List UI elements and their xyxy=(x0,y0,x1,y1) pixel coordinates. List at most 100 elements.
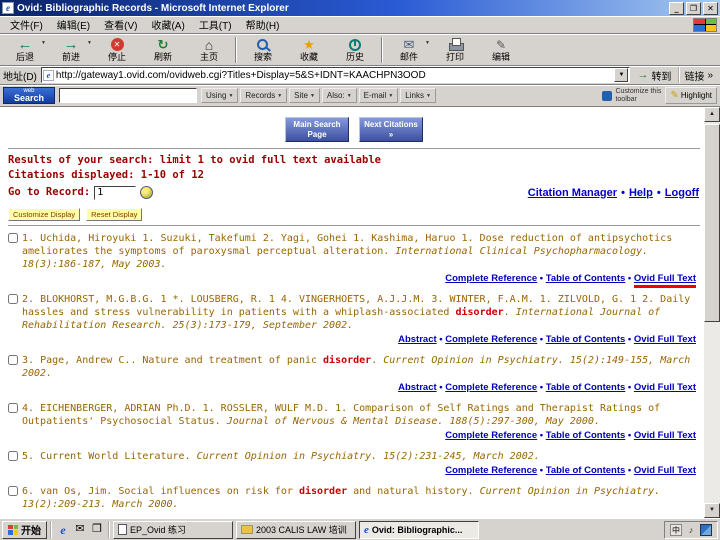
nav-button[interactable]: Main Search Page xyxy=(285,117,349,142)
address-bar: 地址(D) e ▼ → 转到 链接 » xyxy=(0,66,720,85)
dropdown-arrow-icon: ▼ xyxy=(425,39,430,46)
citation-checkbox[interactable] xyxy=(8,233,18,243)
goto-record-input[interactable] xyxy=(94,185,137,200)
task-button[interactable]: EP_Ovid 练习 xyxy=(113,520,233,539)
search-toolbar-input[interactable] xyxy=(59,88,197,103)
citation-link[interactable]: Ovid Full Text xyxy=(634,465,696,476)
nav-button[interactable]: Next Citations » xyxy=(359,117,423,142)
citation-link[interactable]: Table of Contents xyxy=(546,334,626,345)
search-toolbar-button[interactable]: Using ▼ xyxy=(201,88,239,103)
citation: 2. BLOKHORST, M.G.B.G. 1 *. LOUSBERG, R.… xyxy=(8,293,700,354)
citation-checkbox[interactable] xyxy=(8,355,18,365)
go-button[interactable]: → 转到 xyxy=(634,68,674,83)
citation-link[interactable]: Ovid Full Text xyxy=(633,273,696,288)
address-dropdown-arrow-icon[interactable]: ▼ xyxy=(614,68,629,82)
citation-link[interactable]: Complete Reference xyxy=(445,382,537,393)
search-toolbar-button[interactable]: Records ▼ xyxy=(240,88,288,103)
search-toolbar-button[interactable]: Links ▼ xyxy=(400,88,436,103)
search-toolbar-button[interactable]: E-mail ▼ xyxy=(358,88,399,103)
links-chevron-icon: » xyxy=(707,69,713,81)
task-button[interactable]: e Ovid: Bibliographic... xyxy=(359,520,479,539)
toolbar-separator xyxy=(381,36,383,63)
search-toolbar-button[interactable]: Site ▼ xyxy=(289,88,320,103)
menu-item[interactable]: 工具(T) xyxy=(192,15,239,34)
citation-link[interactable]: Ovid Full Text xyxy=(634,430,696,441)
task-button-label: 2003 CALIS LAW 培训 xyxy=(256,525,347,535)
citation-checkbox[interactable] xyxy=(8,451,18,461)
link-separator: • xyxy=(436,334,446,345)
toolbar-button-back[interactable]: ← ▼ 后退 xyxy=(2,35,48,65)
toolbar-button-search[interactable]: 搜索 xyxy=(240,35,286,65)
network-icon[interactable] xyxy=(700,523,712,536)
minimize-button[interactable]: _ xyxy=(669,1,684,15)
scroll-up-arrow[interactable]: ▲ xyxy=(704,107,720,122)
citation-checkbox[interactable] xyxy=(8,294,18,304)
menu-item[interactable]: 编辑(E) xyxy=(50,15,97,34)
citation-link[interactable]: Table of Contents xyxy=(546,273,626,284)
toolbar-button-history[interactable]: 历史 xyxy=(332,35,378,65)
start-button[interactable]: 开始 xyxy=(2,520,47,539)
toolbar-button-mail[interactable]: ✉ ▼ 邮件 xyxy=(386,35,432,65)
toolbar-button-print[interactable]: 打印 xyxy=(432,35,478,65)
citation-link[interactable]: Abstract xyxy=(398,382,437,393)
citation-link[interactable]: Complete Reference xyxy=(445,465,537,476)
toolbar-button-home[interactable]: ⌂ 主页 xyxy=(186,35,232,65)
address-input[interactable] xyxy=(55,68,613,82)
close-button[interactable]: ✕ xyxy=(703,1,718,15)
menu-item[interactable]: 文件(F) xyxy=(3,15,50,34)
citation-link[interactable]: Abstract xyxy=(398,334,437,345)
citation-link[interactable]: Complete Reference xyxy=(445,273,537,284)
citation-link[interactable]: Complete Reference xyxy=(445,430,537,441)
customize-toolbar[interactable]: Customize this toolbar xyxy=(602,88,661,103)
menu-item[interactable]: 收藏(A) xyxy=(144,15,191,34)
toolbar-button-edit[interactable]: ✎ 编辑 xyxy=(478,35,524,65)
toolbar-button-label: 停止 xyxy=(107,52,126,62)
ie-quicklaunch-icon[interactable]: e xyxy=(56,523,70,537)
citation-link[interactable]: Ovid Full Text xyxy=(634,382,696,393)
citation-checkbox[interactable] xyxy=(8,403,18,413)
search-brand-logo[interactable]: web Search xyxy=(3,87,55,104)
header-link[interactable]: Help xyxy=(629,187,653,199)
citation-link[interactable]: Table of Contents xyxy=(546,430,626,441)
search-toolbar-button-label: Records xyxy=(245,91,276,100)
citation-link[interactable]: Table of Contents xyxy=(546,382,626,393)
toolbar-button-favorites[interactable]: ★ 收藏 xyxy=(286,35,332,65)
scrollbar-thumb[interactable] xyxy=(704,124,720,323)
toolbar-button-forward[interactable]: → ▼ 前进 xyxy=(48,35,94,65)
menu-item[interactable]: 查看(V) xyxy=(97,15,144,34)
header-link[interactable]: Logoff xyxy=(665,187,699,199)
ime-icon[interactable]: 中 xyxy=(670,523,682,536)
citation-list: 1. Uchida, Hiroyuki 1. Suzuki, Takefumi … xyxy=(8,232,700,517)
toolbar-button-stop[interactable]: ✕ 停止 xyxy=(94,35,140,65)
highlight-button[interactable]: ✎ Highlight xyxy=(665,87,717,104)
search-toolbar-button[interactable]: Also: ▼ xyxy=(321,88,357,103)
vertical-scrollbar: ▲ ▼ xyxy=(704,107,720,518)
browser-toolbar: ← ▼ 后退 → ▼ 前进 ✕ 停止 ↻ 刷新 ⌂ 主页 搜索 ★ 收藏历史 ✉ ▼ 邮件 打印 ✎ 编辑 xyxy=(0,34,720,66)
display-button[interactable]: Customize Display xyxy=(8,208,81,221)
task-button[interactable]: 2003 CALIS LAW 培训 xyxy=(236,520,356,539)
nav-buttons: Main Search Page Next Citations » xyxy=(8,117,700,142)
mail-quicklaunch-icon[interactable]: ✉ xyxy=(73,523,87,537)
citation-segment: . xyxy=(371,355,384,366)
citation-body: 3. Page, Andrew C.. Nature and treatment… xyxy=(22,354,700,402)
header-link[interactable]: Citation Manager xyxy=(528,187,617,199)
toolbar-button-refresh[interactable]: ↻ 刷新 xyxy=(140,35,186,65)
citation-body: 5. Current World Literature. Current Opi… xyxy=(22,450,700,485)
maximize-button[interactable]: ❐ xyxy=(686,1,701,15)
citation-link[interactable]: Ovid Full Text xyxy=(634,334,696,345)
volume-icon[interactable]: ♪ xyxy=(685,524,697,536)
links-menu[interactable]: 链接 » xyxy=(678,67,717,83)
toolbar-button-label: 后退 xyxy=(15,52,34,62)
citation-link[interactable]: Table of Contents xyxy=(546,465,626,476)
display-button[interactable]: Reset Display xyxy=(86,208,143,221)
scroll-down-arrow[interactable]: ▼ xyxy=(704,503,720,518)
scrollbar-track[interactable] xyxy=(704,122,720,503)
toolbar-button-label: 历史 xyxy=(345,52,364,62)
citation-link[interactable]: Complete Reference xyxy=(445,334,537,345)
link-separator: • xyxy=(537,465,546,476)
desktop-quicklaunch-icon[interactable]: ❐ xyxy=(90,523,104,537)
citation-checkbox[interactable] xyxy=(8,486,18,496)
menu-item[interactable]: 帮助(H) xyxy=(239,15,287,34)
goto-record-go-icon[interactable] xyxy=(140,186,154,199)
citation-segment: . xyxy=(503,307,516,318)
